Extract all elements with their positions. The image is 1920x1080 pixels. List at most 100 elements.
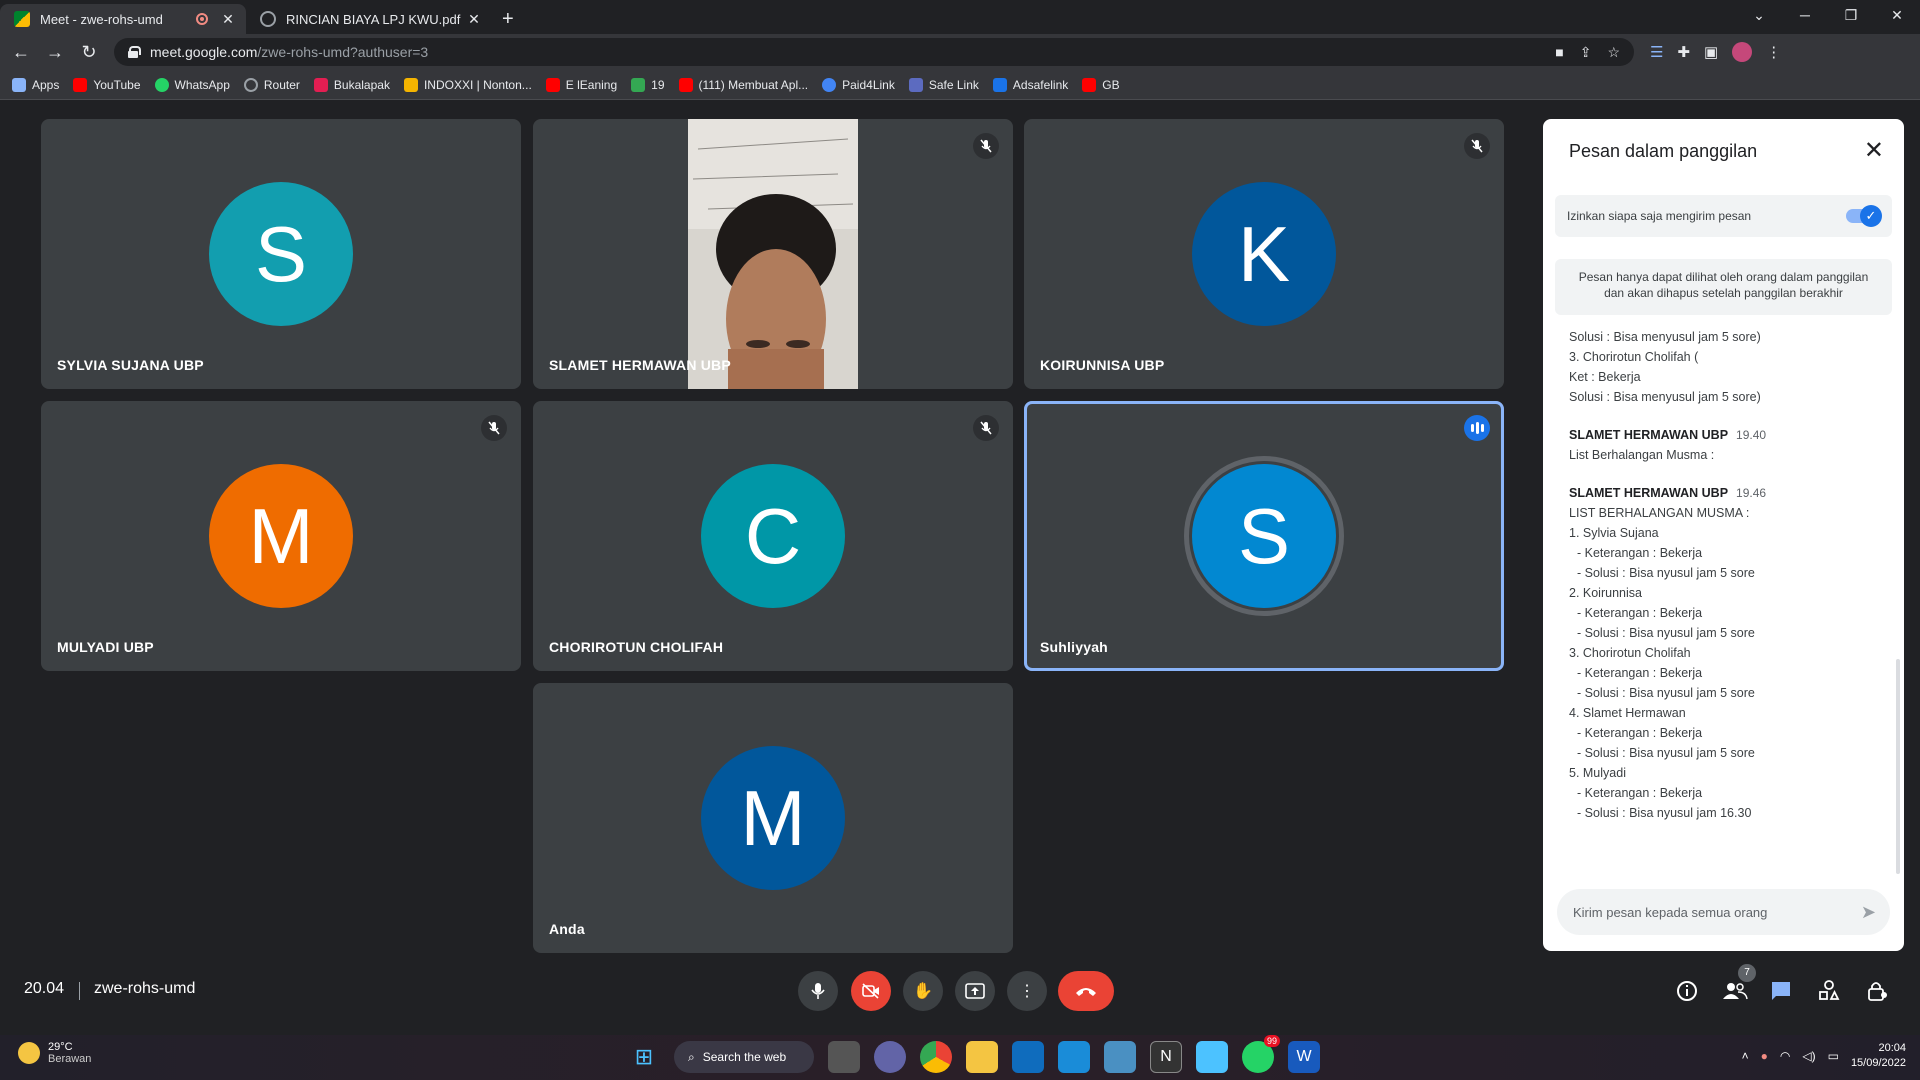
notepad-icon[interactable] [1196, 1041, 1228, 1073]
notion-icon[interactable]: N [1150, 1041, 1182, 1073]
activities-button[interactable] [1818, 980, 1840, 1007]
tab-search-icon[interactable]: ⌄ [1736, 0, 1782, 30]
tab-meet[interactable]: Meet - zwe-rohs-umd ✕ [0, 4, 246, 34]
restore-button[interactable]: ❐ [1828, 0, 1874, 30]
message-line: 2. Koirunnisa [1569, 586, 1642, 600]
wifi-icon[interactable]: ◠ [1780, 1049, 1790, 1063]
message-time: 19.46 [1736, 486, 1767, 500]
battery-icon[interactable]: ▭ [1828, 1049, 1839, 1063]
more-options-button[interactable]: ⋮ [1007, 971, 1047, 1011]
bookmark-19[interactable]: 19 [631, 77, 665, 92]
teams-chat-icon[interactable] [874, 1041, 906, 1073]
bookmark-bukalapak[interactable]: Bukalapak [313, 77, 390, 92]
camera-icon[interactable]: ■ [1555, 44, 1563, 61]
address-bar[interactable]: meet.google.com/zwe-rohs-umd?authuser=3 … [114, 38, 1634, 66]
chat-message-input[interactable]: Kirim pesan kepada semua orang ➤ [1557, 889, 1890, 935]
participant-tile-mulyadi[interactable]: M MULYADI UBP [41, 401, 521, 671]
temperature: 29°C [48, 1041, 73, 1053]
bookmark-elearning[interactable]: E lEaning [545, 77, 617, 92]
partly-cloudy-icon [18, 1042, 40, 1064]
close-icon[interactable]: ✕ [1864, 139, 1884, 163]
participant-tile-sylvia[interactable]: S SYLVIA SUJANA UBP [41, 119, 521, 389]
message-line: - Keterangan : Bekerja [1577, 606, 1703, 620]
indoxxi-icon [403, 77, 418, 92]
present-screen-button[interactable] [955, 971, 995, 1011]
paid4link-icon [822, 77, 837, 92]
participant-tile-slamet[interactable]: SLAMET HERMAWAN UBP [533, 119, 1013, 389]
bookmark-star-icon[interactable]: ☆ [1607, 44, 1620, 61]
host-controls-button[interactable] [1866, 980, 1888, 1007]
activities-icon [1819, 980, 1840, 1000]
more-vertical-icon: ⋮ [1019, 983, 1035, 1000]
bookmark-paid4link[interactable]: Paid4Link [822, 77, 895, 92]
volume-icon[interactable]: ◁) [1802, 1049, 1815, 1063]
meeting-info-button[interactable] [1676, 980, 1698, 1007]
profile-avatar[interactable] [1732, 42, 1753, 62]
windows-start-icon[interactable]: ⊞ [628, 1041, 660, 1073]
whatsapp-icon[interactable]: 99 [1242, 1035, 1280, 1073]
share-icon[interactable]: ⇪ [1580, 44, 1592, 61]
browser-toolbar: ← → ↻ meet.google.com/zwe-rohs-umd?authu… [0, 34, 1920, 70]
microphone-in-use-icon[interactable]: ● [1761, 1049, 1768, 1063]
window-controls: ⌄ ─ ❐ ✕ [1736, 0, 1920, 30]
leave-call-button[interactable] [1058, 971, 1114, 1011]
allow-messages-toggle[interactable]: ✓ [1846, 205, 1882, 227]
participant-tile-self[interactable]: M Anda [533, 683, 1013, 953]
message-line: Ket : Bekerja [1569, 370, 1641, 384]
close-tab-icon[interactable]: ✕ [466, 11, 482, 28]
side-panel-icon[interactable]: ▣ [1704, 43, 1718, 61]
camera-off-button[interactable] [851, 971, 891, 1011]
chat-scrollbar[interactable] [1896, 659, 1900, 874]
lock-icon[interactable] [128, 46, 141, 58]
message-line: 4. Slamet Hermawan [1569, 706, 1686, 720]
bookmark-indoxxi[interactable]: INDOXXI | Nonton... [403, 77, 532, 92]
participant-tile-koirunnisa[interactable]: K KOIRUNNISA UBP [1024, 119, 1504, 389]
chrome-icon[interactable] [920, 1041, 952, 1073]
send-icon[interactable]: ➤ [1861, 902, 1876, 923]
new-tab-button[interactable]: + [502, 4, 514, 34]
message-line: - Keterangan : Bekerja [1577, 726, 1703, 740]
participant-tile-suhliyyah[interactable]: S Suhliyyah [1024, 401, 1504, 671]
tab-pdf[interactable]: RINCIAN BIAYA LPJ KWU.pdf ✕ [246, 4, 492, 34]
info-icon [1677, 981, 1697, 1001]
bookmark-apps[interactable]: Apps [12, 77, 59, 92]
bookmark-gb[interactable]: GB [1082, 77, 1120, 92]
file-explorer-icon[interactable] [966, 1041, 998, 1073]
extensions-icon[interactable]: ✚ [1677, 43, 1690, 61]
system-clock[interactable]: 20:04 15/09/2022 [1851, 1041, 1906, 1071]
chevron-up-icon[interactable]: ˄ [1742, 1049, 1749, 1063]
photos-icon[interactable] [1104, 1041, 1136, 1073]
taskbar-search[interactable]: ⌕ Search the web [674, 1041, 814, 1073]
forward-button[interactable]: → [38, 42, 72, 63]
bookmark-membuat-apl[interactable]: (111) Membuat Apl... [678, 77, 808, 92]
back-button[interactable]: ← [4, 42, 38, 63]
url-path: /zwe-rohs-umd?authuser=3 [257, 44, 429, 60]
lock-person-icon [1868, 982, 1887, 1001]
bookmark-router[interactable]: Router [243, 77, 300, 92]
participant-tile-chorirotun[interactable]: C CHORIROTUN CHOLIFAH [533, 401, 1013, 671]
close-window-button[interactable]: ✕ [1874, 0, 1920, 30]
word-icon[interactable]: W [1288, 1041, 1320, 1073]
bookmark-youtube[interactable]: YouTube [73, 77, 141, 92]
store-icon[interactable] [1058, 1041, 1090, 1073]
reading-list-icon[interactable]: ☰ [1650, 43, 1663, 61]
avatar: C [701, 464, 845, 608]
message-line: Solusi : Bisa menyusul jam 5 sore) [1569, 390, 1761, 404]
meeting-time: 20.04 [24, 980, 65, 997]
reload-button[interactable]: ↻ [72, 42, 106, 63]
close-tab-icon[interactable]: ✕ [220, 11, 236, 28]
people-button[interactable] [1722, 980, 1748, 1007]
bookmark-adsafelink[interactable]: Adsafelink [992, 77, 1068, 92]
minimize-button[interactable]: ─ [1782, 0, 1828, 30]
mail-icon[interactable] [1012, 1041, 1044, 1073]
bookmark-safelink[interactable]: Safe Link [908, 77, 979, 92]
raise-hand-button[interactable]: ✋ [903, 971, 943, 1011]
bookmark-whatsapp[interactable]: WhatsApp [154, 77, 230, 92]
microphone-button[interactable] [798, 971, 838, 1011]
weather-widget[interactable]: 29°C Berawan [18, 1041, 91, 1065]
task-view-icon[interactable] [828, 1041, 860, 1073]
divider [79, 982, 80, 1000]
chat-button[interactable] [1770, 980, 1792, 1007]
menu-icon[interactable]: ⋮ [1766, 43, 1781, 61]
avatar: M [209, 464, 353, 608]
